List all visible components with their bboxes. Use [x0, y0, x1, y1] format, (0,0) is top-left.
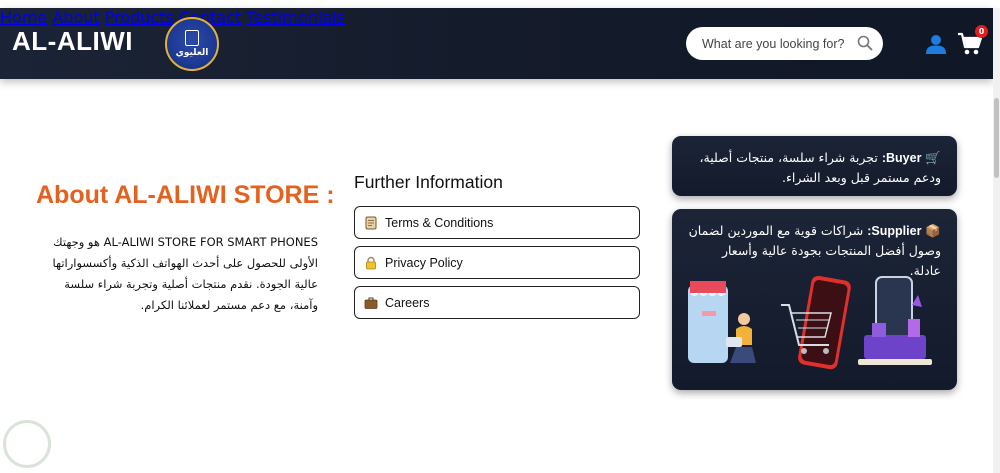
further-info-title: Further Information: [354, 172, 503, 192]
buyer-card: 🛒 Buyer: تجربة شراء سلسة، منتجات أصلية، …: [672, 136, 957, 196]
navbar: AL-ALIWI العليوي Home About Products Con…: [0, 8, 993, 79]
scrollbar-thumb[interactable]: [994, 98, 999, 178]
shopping-illustration: [688, 275, 932, 370]
main-nav: Home About Products Contact Testimonials: [0, 8, 993, 27]
scrollbar[interactable]: [993, 8, 1000, 473]
supplier-label: Supplier:: [867, 224, 922, 238]
buyer-text: 🛒 Buyer: تجربة شراء سلسة، منتجات أصلية، …: [688, 148, 941, 188]
brand-name[interactable]: AL-ALIWI: [12, 26, 133, 57]
about-description: AL-ALIWI STORE FOR SMART PHONES هو وجهتك…: [52, 235, 318, 312]
careers-label: Careers: [385, 295, 430, 310]
logo-text: العليوي: [175, 48, 209, 58]
user-icon[interactable]: [926, 34, 946, 54]
nav-testimonials[interactable]: Testimonials: [246, 8, 345, 27]
privacy-label: Privacy Policy: [385, 255, 463, 270]
nav-home[interactable]: Home: [0, 8, 47, 27]
terms-link[interactable]: Terms & Conditions: [354, 206, 640, 239]
scroll-icon: [363, 215, 379, 231]
search-icon[interactable]: [857, 35, 873, 51]
briefcase-icon: [363, 295, 379, 311]
phone-icon: [185, 30, 199, 46]
privacy-link[interactable]: Privacy Policy: [354, 246, 640, 279]
cart-emoji-icon: 🛒: [925, 150, 941, 165]
cart-count-badge: 0: [975, 25, 988, 38]
nav-about[interactable]: About: [52, 8, 99, 27]
about-title: About AL-ALIWI STORE :: [36, 181, 335, 209]
supplier-text: 📦 Supplier: شراكات قوية مع الموردين لضما…: [688, 221, 941, 281]
nav-products[interactable]: Products: [105, 8, 174, 27]
buyer-label: Buyer:: [881, 151, 922, 165]
search-input[interactable]: [702, 36, 852, 51]
lock-icon: [363, 255, 379, 271]
box-emoji-icon: 📦: [925, 223, 941, 238]
watermark-logo: [3, 420, 51, 468]
search-bar: [686, 27, 883, 60]
supplier-card: 📦 Supplier: شراكات قوية مع الموردين لضما…: [672, 209, 957, 390]
top-strip: [0, 0, 1000, 8]
terms-label: Terms & Conditions: [385, 215, 494, 230]
careers-link[interactable]: Careers: [354, 286, 640, 319]
store-logo[interactable]: العليوي: [165, 17, 219, 71]
